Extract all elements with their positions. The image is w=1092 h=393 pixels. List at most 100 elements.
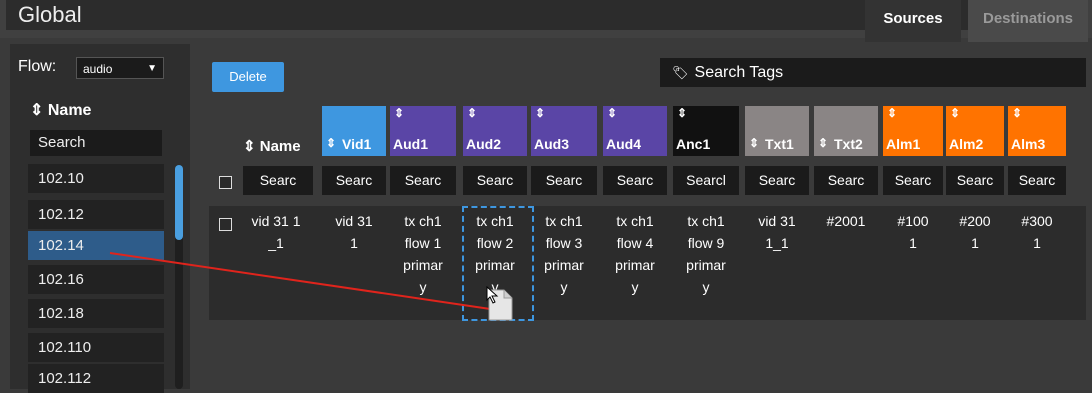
column-header-aud2[interactable]: ⇕ Aud2 — [463, 106, 527, 156]
column-header-label: Alm3 — [1011, 136, 1046, 152]
cell-line: 1 — [971, 235, 979, 251]
column-header-label: Aud4 — [606, 136, 641, 152]
pointer-cursor-icon — [486, 286, 499, 304]
column-filter-input[interactable]: Searc — [463, 166, 527, 195]
sidebar-name-label: Name — [47, 102, 92, 119]
cell-line: flow 9 — [687, 235, 725, 251]
column-filter-input[interactable]: Searc — [814, 166, 878, 195]
column-header-label: Aud3 — [534, 136, 569, 152]
column-filter-input[interactable]: Searc — [531, 166, 597, 195]
row-cell-txt2: #2001 — [814, 210, 878, 232]
cell-line: tx ch1 — [616, 213, 654, 229]
row-cell-anc1: tx ch1 flow 9 primar y — [673, 210, 739, 298]
table-name-header[interactable]: ⇕ Name — [243, 137, 301, 155]
search-tags-input[interactable]: 🏷 Search Tags — [660, 58, 1086, 87]
cell-line: flow 1 — [404, 235, 442, 251]
delete-button[interactable]: Delete — [212, 62, 284, 92]
tab-sources[interactable]: Sources — [865, 0, 961, 42]
cell-line: y — [560, 279, 568, 295]
column-filter-input[interactable]: Searc — [946, 166, 1004, 195]
column-header-aud3[interactable]: ⇕ Aud3 — [531, 106, 597, 156]
cell-line: y — [631, 279, 639, 295]
cell-line: flow 3 — [545, 235, 583, 251]
column-filter-input[interactable]: Searc — [603, 166, 667, 195]
sort-icon: ⇕ — [1012, 106, 1023, 120]
cell-line: flow 4 — [616, 235, 654, 251]
column-header-label: Alm1 — [886, 136, 921, 152]
sidebar-item[interactable]: 102.16 — [28, 265, 164, 294]
row-cell-alm3: #300 1 — [1008, 210, 1066, 254]
sort-icon: ⇕ — [677, 106, 688, 120]
cell-line: primar — [615, 257, 655, 273]
tab-destinations[interactable]: Destinations — [968, 0, 1088, 42]
flow-select-value: audio — [83, 62, 113, 76]
sort-icon: ⇕ — [950, 106, 961, 120]
caret-down-icon: ▼ — [147, 63, 157, 74]
cell-line: vid 31 — [758, 213, 796, 229]
column-header-txt1[interactable]: ⇕ Txt1 — [745, 106, 809, 156]
row-name-cell: vid 31 1 _1 — [236, 210, 316, 254]
sort-icon: ⇕ — [394, 106, 405, 120]
column-header-alm1[interactable]: ⇕ Alm1 — [883, 106, 943, 156]
cell-line: tx ch1 — [545, 213, 583, 229]
sidebar-item[interactable]: 102.110 — [28, 333, 164, 362]
tag-icon: 🏷 — [672, 65, 689, 80]
sidebar-item[interactable]: 102.18 — [28, 299, 164, 328]
column-filter-input[interactable]: Searc — [243, 166, 313, 195]
column-header-label: Aud1 — [393, 136, 428, 152]
sidebar-item[interactable]: 102.10 — [28, 164, 164, 193]
column-header-label: Anc1 — [676, 136, 711, 152]
cell-line: primar — [403, 257, 443, 273]
column-header-label: Alm2 — [949, 136, 984, 152]
sort-icon: ⇕ — [535, 106, 546, 120]
cell-line: #2001 — [826, 213, 866, 229]
column-filter-input[interactable]: Searc — [1008, 166, 1066, 195]
cell-line: tx ch1 — [687, 213, 725, 229]
column-header-aud4[interactable]: ⇕ Aud4 — [603, 106, 667, 156]
cell-line: 1 — [350, 235, 358, 251]
flow-select[interactable]: audio ▼ — [76, 57, 164, 79]
column-filter-input[interactable]: Searc — [883, 166, 943, 195]
flow-label: Flow: — [18, 58, 57, 75]
column-header-anc1[interactable]: ⇕ Anc1 — [673, 106, 739, 156]
column-header-alm3[interactable]: ⇕ Alm3 — [1008, 106, 1066, 156]
scrollbar-thumb[interactable] — [175, 165, 183, 240]
column-header-label: Aud2 — [466, 136, 501, 152]
row-cell-alm2: #200 1 — [946, 210, 1004, 254]
sort-icon: ⇕ — [818, 136, 829, 150]
cell-line: 1 — [1033, 235, 1041, 251]
column-header-alm2[interactable]: ⇕ Alm2 — [946, 106, 1004, 156]
column-filter-input[interactable]: Searc — [745, 166, 809, 195]
column-header-txt2[interactable]: ⇕ Txt2 — [814, 106, 878, 156]
sidebar-name-header[interactable]: ⇕ Name — [30, 100, 91, 120]
cell-line: y — [702, 279, 710, 295]
row-checkbox[interactable] — [219, 218, 232, 231]
cell-line: vid 31 — [335, 213, 373, 229]
sidebar-item-selected[interactable]: 102.14 — [28, 231, 164, 260]
sort-icon: ⇕ — [887, 106, 898, 120]
row-cell-alm1: #100 1 — [883, 210, 943, 254]
cell-line: y — [419, 279, 427, 295]
column-filter-input[interactable]: Searcl — [673, 166, 739, 195]
sort-icon: ⇕ — [326, 136, 337, 150]
column-header-vid1[interactable]: ⇕ Vid1 — [322, 106, 386, 156]
cell-line: primar — [544, 257, 584, 273]
sidebar-search-input[interactable]: Search — [30, 130, 162, 156]
column-header-label: Txt1 — [765, 136, 794, 152]
sidebar-item[interactable]: 102.12 — [28, 200, 164, 229]
column-header-label: Txt2 — [834, 136, 863, 152]
row-cell-txt1: vid 31 1_1 — [745, 210, 809, 254]
table-name-label: Name — [259, 138, 301, 155]
cell-line: vid 31 1 — [251, 213, 301, 229]
sort-icon: ⇕ — [243, 138, 256, 155]
column-header-aud1[interactable]: ⇕ Aud1 — [390, 106, 456, 156]
sort-icon: ⇕ — [467, 106, 478, 120]
column-filter-input[interactable]: Searc — [322, 166, 386, 195]
column-filter-input[interactable]: Searc — [390, 166, 456, 195]
cell-line: primar — [686, 257, 726, 273]
column-header-label: Vid1 — [342, 136, 372, 152]
select-all-checkbox[interactable] — [219, 176, 232, 189]
row-cell-aud1: tx ch1 flow 1 primar y — [390, 210, 456, 298]
cell-line: 1_1 — [765, 235, 789, 251]
cell-line: 1 — [909, 235, 917, 251]
